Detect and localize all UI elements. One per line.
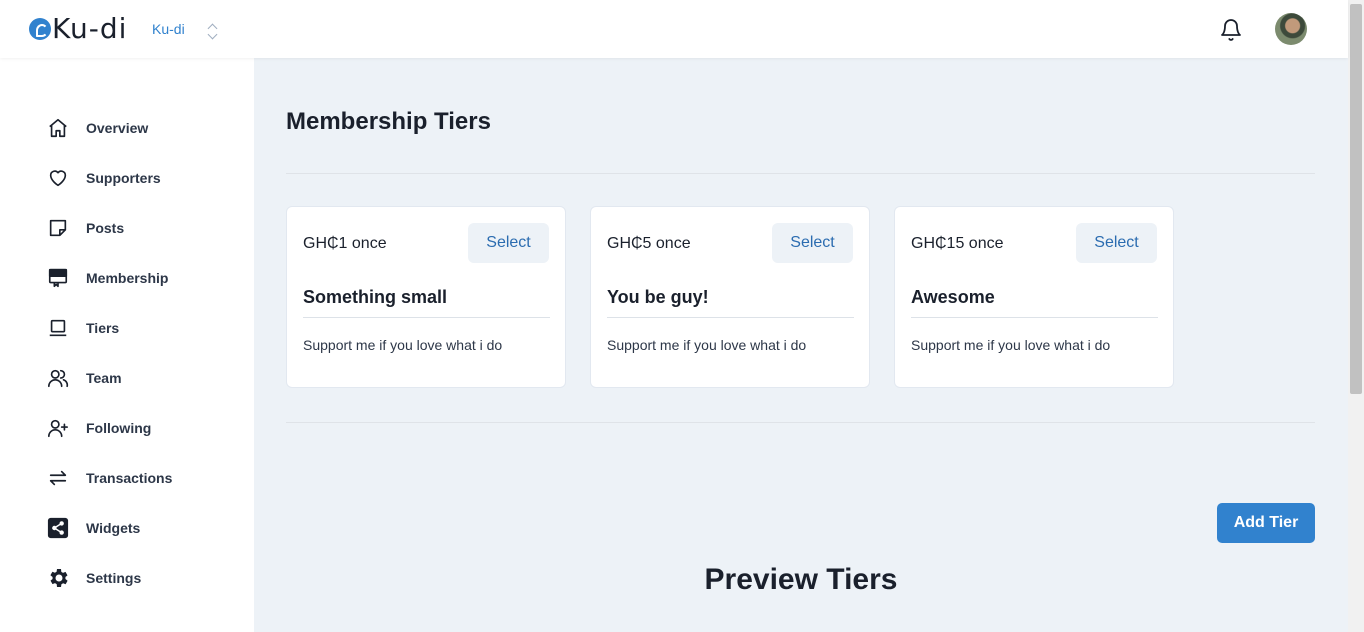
add-tier-button[interactable]: Add Tier bbox=[1217, 503, 1315, 543]
sidebar-item-label: Membership bbox=[86, 270, 169, 286]
select-tier-button[interactable]: Select bbox=[468, 223, 549, 263]
sidebar-item-label: Team bbox=[86, 370, 122, 386]
laptop-icon bbox=[46, 316, 70, 340]
select-tier-button[interactable]: Select bbox=[772, 223, 853, 263]
sidebar-item-label: Settings bbox=[86, 570, 142, 586]
main-content: Membership Tiers GH₵1 once Select Someth… bbox=[254, 58, 1348, 632]
tier-description: Support me if you love what i do bbox=[303, 337, 503, 353]
divider bbox=[286, 173, 1315, 174]
tier-card: GH₵1 once Select Something small Support… bbox=[286, 206, 566, 388]
avatar[interactable] bbox=[1275, 13, 1307, 45]
tier-name: You be guy! bbox=[607, 287, 709, 307]
sidebar-item-settings[interactable]: Settings bbox=[46, 563, 141, 593]
org-switcher[interactable] bbox=[203, 19, 221, 41]
tier-divider bbox=[607, 317, 854, 318]
tier-name: Something small bbox=[303, 287, 448, 307]
scrollbar-thumb[interactable] bbox=[1350, 4, 1362, 394]
share-icon bbox=[46, 516, 70, 540]
arrows-icon bbox=[46, 466, 70, 490]
scrollbar[interactable] bbox=[1348, 0, 1364, 632]
sidebar: Overview Supporters Posts Membership Tie… bbox=[0, 58, 254, 632]
logo-icon bbox=[29, 18, 51, 40]
tier-description: Support me if you love what i do bbox=[607, 337, 807, 353]
sidebar-item-label: Tiers bbox=[86, 320, 120, 336]
select-tier-button[interactable]: Select bbox=[1076, 223, 1157, 263]
sidebar-item-widgets[interactable]: Widgets bbox=[46, 513, 140, 543]
sidebar-item-following[interactable]: Following bbox=[46, 413, 151, 443]
sidebar-item-overview[interactable]: Overview bbox=[46, 113, 148, 143]
sticky-note-icon bbox=[46, 216, 70, 240]
sidebar-item-label: Following bbox=[86, 420, 152, 436]
tier-card: GH₵5 once Select You be guy! Support me … bbox=[590, 206, 870, 388]
sidebar-item-team[interactable]: Team bbox=[46, 363, 122, 393]
tier-divider bbox=[911, 317, 1158, 318]
sidebar-item-posts[interactable]: Posts bbox=[46, 213, 124, 243]
chevron-down-icon bbox=[207, 29, 217, 40]
sidebar-item-transactions[interactable]: Transactions bbox=[46, 463, 172, 493]
tier-card: GH₵15 once Select Awesome Support me if … bbox=[894, 206, 1174, 388]
org-name[interactable]: Ku-di bbox=[152, 21, 185, 37]
preview-title: Preview Tiers bbox=[704, 563, 898, 596]
tier-description: Support me if you love what i do bbox=[911, 337, 1111, 353]
sidebar-item-tiers[interactable]: Tiers bbox=[46, 313, 119, 343]
sidebar-item-label: Overview bbox=[86, 120, 149, 136]
sidebar-item-label: Transactions bbox=[86, 470, 173, 486]
page-title: Membership Tiers bbox=[286, 108, 491, 135]
users-icon bbox=[46, 366, 70, 390]
heart-icon bbox=[46, 166, 70, 190]
card-icon bbox=[46, 266, 70, 290]
sidebar-item-label: Posts bbox=[86, 220, 125, 236]
divider bbox=[286, 422, 1315, 423]
tier-price: GH₵1 once bbox=[303, 235, 387, 252]
bell-icon[interactable] bbox=[1219, 18, 1243, 42]
top-bar: Ku-di Ku-di bbox=[0, 0, 1348, 58]
sidebar-item-label: Supporters bbox=[86, 170, 161, 186]
tier-divider bbox=[303, 317, 550, 318]
user-plus-icon bbox=[46, 416, 70, 440]
tier-price: GH₵5 once bbox=[607, 235, 691, 252]
sidebar-item-supporters[interactable]: Supporters bbox=[46, 163, 161, 193]
tier-price: GH₵15 once bbox=[911, 235, 1004, 252]
tier-name: Awesome bbox=[911, 287, 995, 307]
home-icon bbox=[46, 116, 70, 140]
sidebar-item-label: Widgets bbox=[86, 520, 141, 536]
logo-text: Ku-di bbox=[52, 12, 128, 45]
logo[interactable]: Ku-di bbox=[29, 13, 127, 45]
sidebar-item-membership[interactable]: Membership bbox=[46, 263, 168, 293]
gear-icon bbox=[46, 566, 70, 590]
